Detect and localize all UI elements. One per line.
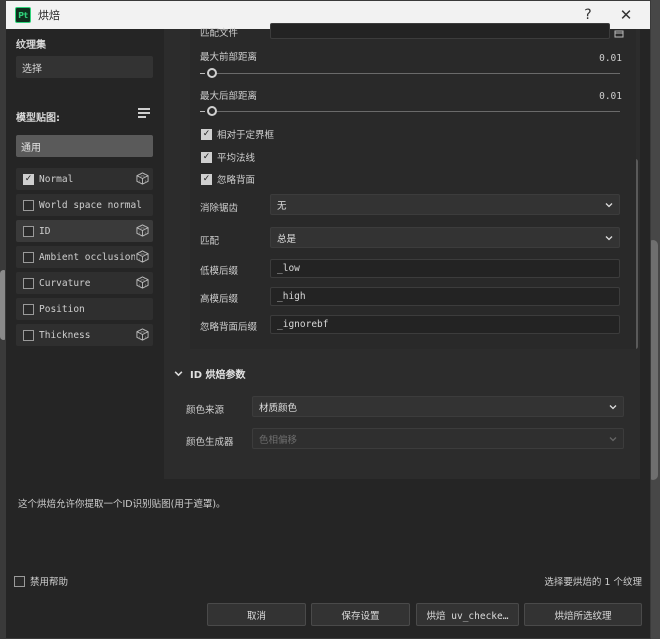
app-logo-icon: Pt bbox=[15, 7, 31, 23]
map-label: Thickness bbox=[39, 329, 91, 341]
map-item-ambient-occlusion[interactable]: Ambient occlusion bbox=[16, 246, 153, 268]
cube-icon[interactable] bbox=[136, 328, 149, 341]
list-menu-icon[interactable] bbox=[138, 108, 152, 122]
map-label: Position bbox=[39, 303, 85, 315]
common-settings: 匹配文件 最大前部距离 0.01 最大后部距离 0.01 ✓ 相对于定界框 ✓ … bbox=[190, 23, 636, 349]
map-item-thickness[interactable]: Thickness bbox=[16, 324, 153, 346]
max-front-distance-slider-handle[interactable] bbox=[207, 68, 217, 78]
texture-set-label: 纹理集 bbox=[16, 40, 46, 51]
map-ambient-occlusion-checkbox[interactable] bbox=[23, 251, 34, 263]
cube-icon[interactable] bbox=[136, 276, 149, 289]
color-source-label: 颜色来源 bbox=[186, 405, 225, 416]
color-source-dropdown[interactable]: 材质颜色 bbox=[252, 396, 624, 417]
color-generator-value: 色相偏移 bbox=[259, 434, 298, 446]
ignore-backface-label: 忽略背面 bbox=[217, 175, 256, 186]
max-front-distance-value[interactable]: 0.01 bbox=[599, 53, 622, 64]
map-curvature-checkbox[interactable] bbox=[23, 277, 34, 289]
max-front-distance-slider[interactable] bbox=[210, 73, 620, 74]
high-poly-suffix-input[interactable]: _high bbox=[270, 287, 620, 306]
relative-to-bbox-label: 相对于定界框 bbox=[217, 130, 275, 141]
cube-icon[interactable] bbox=[136, 250, 149, 263]
map-thickness-checkbox[interactable] bbox=[23, 329, 34, 341]
match-label: 匹配 bbox=[200, 236, 220, 247]
low-poly-suffix-input[interactable]: _low bbox=[270, 259, 620, 278]
color-source-value: 材质颜色 bbox=[259, 402, 298, 414]
id-section-title: ID 烘焙参数 bbox=[190, 370, 246, 381]
disable-help-checkbox[interactable] bbox=[14, 575, 25, 587]
chevron-down-icon bbox=[609, 437, 617, 442]
max-rear-distance-value[interactable]: 0.01 bbox=[599, 91, 622, 102]
chevron-down-icon bbox=[605, 236, 613, 241]
cancel-button[interactable]: 取消 bbox=[207, 603, 306, 626]
chevron-down-icon bbox=[605, 203, 613, 208]
match-value: 总是 bbox=[277, 233, 297, 245]
max-rear-distance-label: 最大后部距离 bbox=[200, 91, 258, 102]
common-item[interactable]: 通用 bbox=[16, 135, 153, 157]
high-poly-suffix-label: 高模后缀 bbox=[200, 294, 239, 305]
average-normals-label: 平均法线 bbox=[217, 153, 256, 164]
ignore-backface-checkbox[interactable]: ✓ bbox=[201, 173, 212, 185]
bake-dialog: Pt 烘焙 ? ✕ 纹理集 选择 模型贴图: 通用 ✓ Normal World… bbox=[5, 0, 651, 639]
low-poly-suffix-label: 低模后缀 bbox=[200, 266, 239, 277]
color-generator-dropdown: 色相偏移 bbox=[252, 428, 624, 449]
map-position-checkbox[interactable] bbox=[23, 303, 34, 315]
chevron-down-icon bbox=[174, 371, 183, 377]
map-item-id[interactable]: ID bbox=[16, 220, 153, 242]
relative-to-bbox-row[interactable]: ✓ 相对于定界框 bbox=[201, 127, 274, 141]
cube-icon[interactable] bbox=[136, 224, 149, 237]
file-browse-icon[interactable] bbox=[614, 29, 624, 38]
map-label: ID bbox=[39, 225, 51, 237]
bake-description: 这个烘焙允许你提取一个ID识别贴图(用于遮罩)。 bbox=[18, 499, 226, 510]
map-item-position[interactable]: Position bbox=[16, 298, 153, 320]
chevron-down-icon bbox=[609, 405, 617, 410]
close-button[interactable]: ✕ bbox=[608, 1, 644, 29]
match-file-input[interactable] bbox=[270, 23, 610, 39]
max-front-distance-label: 最大前部距离 bbox=[200, 52, 258, 63]
bake-selected-textures-button[interactable]: 烘焙所选纹理 bbox=[524, 603, 642, 626]
map-label: Normal bbox=[39, 173, 74, 185]
map-label: Curvature bbox=[39, 277, 91, 289]
max-rear-distance-slider-handle[interactable] bbox=[207, 106, 217, 116]
map-label: Ambient occlusion bbox=[39, 251, 135, 263]
window-title: 烘焙 bbox=[38, 9, 60, 22]
bake-current-texture-button[interactable]: 烘焙 uv_checke… bbox=[416, 603, 519, 626]
antialiasing-value: 无 bbox=[277, 200, 287, 212]
map-item-curvature[interactable]: Curvature bbox=[16, 272, 153, 294]
average-normals-checkbox[interactable]: ✓ bbox=[201, 151, 212, 163]
antialiasing-label: 消除锯齿 bbox=[200, 203, 239, 214]
model-maps-label: 模型贴图: bbox=[16, 113, 60, 124]
map-item-normal[interactable]: ✓ Normal bbox=[16, 168, 153, 190]
texture-set-select[interactable]: 选择 bbox=[16, 56, 153, 78]
slider-minus-icon bbox=[200, 73, 205, 74]
selection-status: 选择要烘焙的 1 个纹理 bbox=[544, 577, 642, 588]
map-id-checkbox[interactable] bbox=[23, 225, 34, 237]
id-section-header[interactable]: ID 烘焙参数 bbox=[174, 366, 246, 381]
average-normals-row[interactable]: ✓ 平均法线 bbox=[201, 150, 255, 164]
relative-to-bbox-checkbox[interactable]: ✓ bbox=[201, 128, 212, 140]
cube-icon[interactable] bbox=[136, 172, 149, 185]
ignore-backface-suffix-label: 忽略背面后缀 bbox=[200, 322, 258, 333]
slider-minus-icon bbox=[200, 111, 205, 112]
ignore-backface-suffix-input[interactable]: _ignorebf bbox=[270, 315, 620, 334]
color-generator-label: 颜色生成器 bbox=[186, 437, 234, 448]
ignore-backface-row[interactable]: ✓ 忽略背面 bbox=[201, 172, 255, 186]
map-normal-checkbox[interactable]: ✓ bbox=[23, 173, 34, 185]
disable-help-row[interactable]: 禁用帮助 bbox=[14, 574, 68, 588]
disable-help-label: 禁用帮助 bbox=[30, 577, 69, 588]
map-world-space-normal-checkbox[interactable] bbox=[23, 199, 34, 211]
sidebar: 纹理集 选择 模型贴图: 通用 ✓ Normal World space nor… bbox=[6, 29, 156, 479]
map-label: World space normal bbox=[39, 199, 142, 211]
map-item-world-space-normal[interactable]: World space normal bbox=[16, 194, 153, 216]
match-file-label: 匹配文件 bbox=[200, 28, 239, 39]
match-dropdown[interactable]: 总是 bbox=[270, 227, 620, 248]
antialiasing-dropdown[interactable]: 无 bbox=[270, 194, 620, 215]
settings-panel: 匹配文件 最大前部距离 0.01 最大后部距离 0.01 ✓ 相对于定界框 ✓ … bbox=[164, 23, 640, 479]
max-rear-distance-slider[interactable] bbox=[210, 111, 620, 112]
save-settings-button[interactable]: 保存设置 bbox=[311, 603, 410, 626]
